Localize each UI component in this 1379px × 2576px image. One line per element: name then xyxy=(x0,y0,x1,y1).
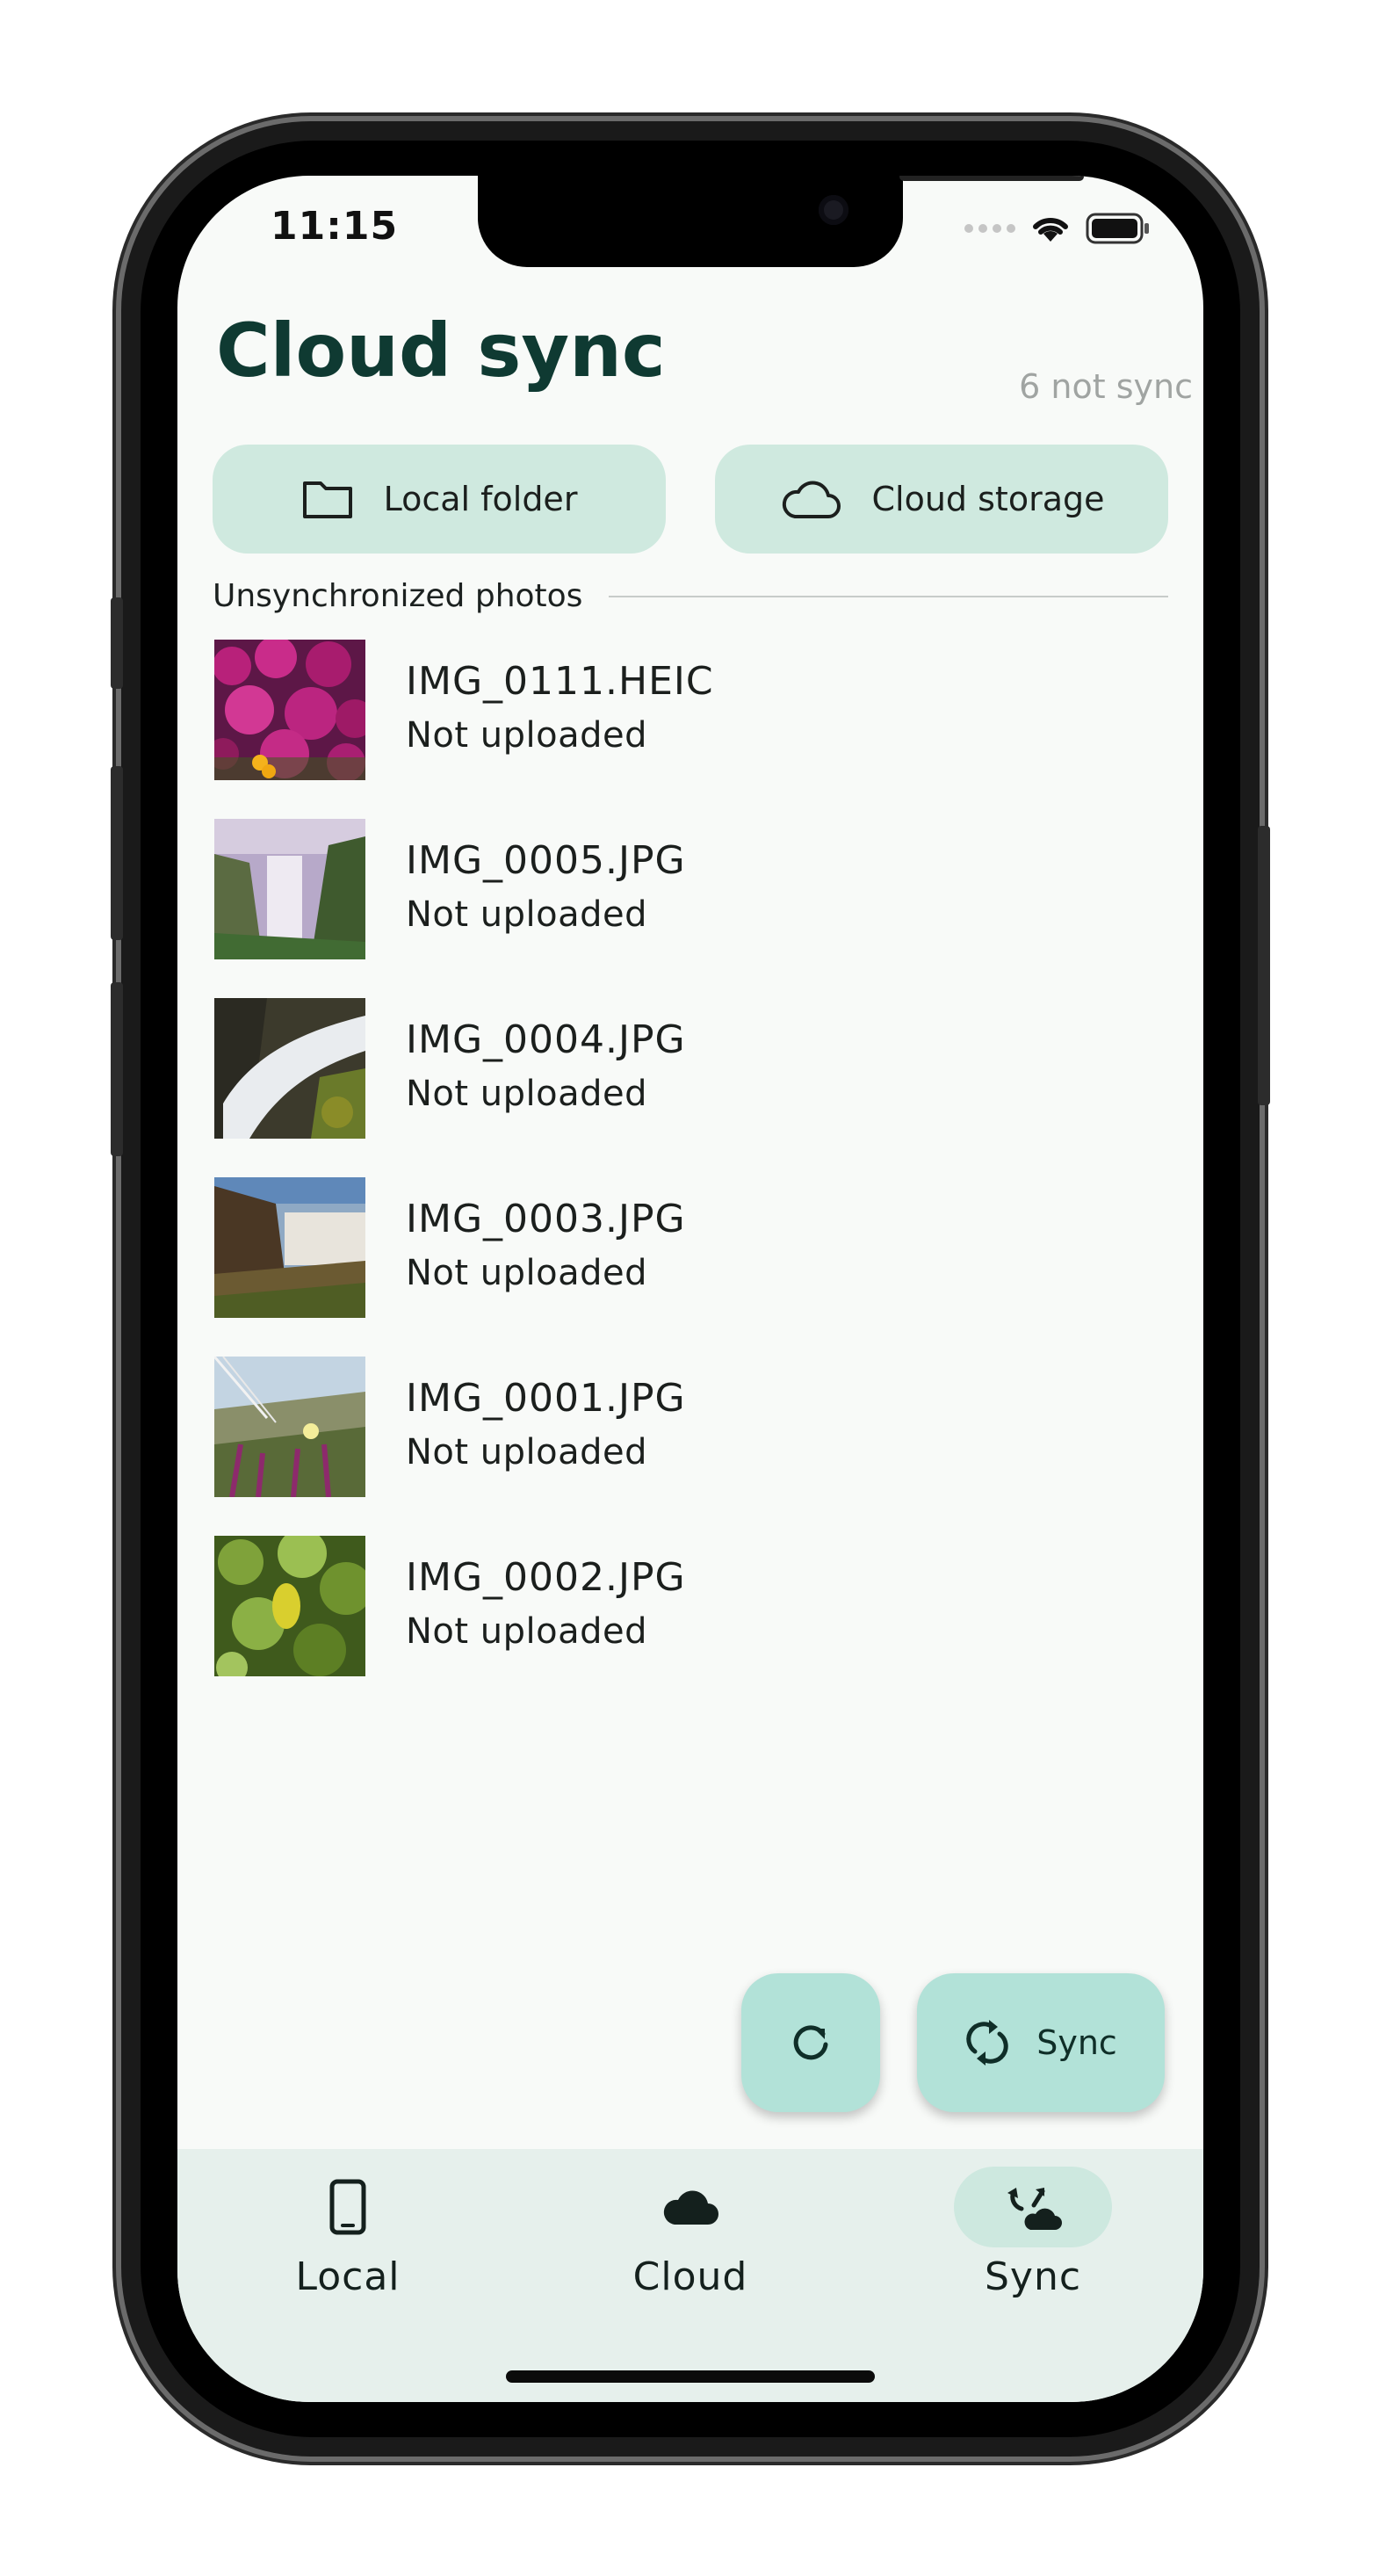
nav-icon-container xyxy=(611,2167,769,2247)
photo-filename: IMG_0005.JPG xyxy=(406,838,686,883)
photo-thumbnail xyxy=(214,1177,365,1318)
photo-thumbnail xyxy=(214,819,365,959)
photo-list: IMG_0111.HEIC Not uploaded IMG_0005.JPG … xyxy=(214,640,1163,1715)
section-divider xyxy=(609,595,1168,597)
photo-filename: IMG_0111.HEIC xyxy=(406,659,714,704)
power-button xyxy=(1258,826,1270,1105)
nav-icon-container xyxy=(269,2167,427,2247)
photo-thumbnail xyxy=(214,1536,365,1676)
battery-icon xyxy=(1086,213,1149,244)
photo-status: Not uploaded xyxy=(406,894,648,935)
cloud-storage-label: Cloud storage xyxy=(871,480,1105,518)
photo-status: Not uploaded xyxy=(406,1074,648,1114)
photo-row[interactable]: IMG_0111.HEIC Not uploaded xyxy=(214,640,1163,819)
photo-thumbnail xyxy=(214,640,365,780)
photo-status: Not uploaded xyxy=(406,1611,648,1652)
photo-thumbnail xyxy=(214,1357,365,1497)
nav-item-local[interactable]: Local xyxy=(216,2149,480,2299)
photo-filename: IMG_0004.JPG xyxy=(406,1017,686,1062)
photo-row[interactable]: IMG_0001.JPG Not uploaded xyxy=(214,1357,1163,1536)
cloud-storage-button[interactable]: Cloud storage xyxy=(715,445,1168,554)
refresh-icon xyxy=(793,2025,828,2060)
photo-row[interactable]: IMG_0003.JPG Not uploaded xyxy=(214,1177,1163,1357)
photo-filename: IMG_0001.JPG xyxy=(406,1376,686,1421)
photo-status: Not uploaded xyxy=(406,1253,648,1293)
section-header: Unsynchronized photos xyxy=(213,578,1168,614)
notch xyxy=(478,176,1084,267)
photo-row[interactable]: IMG_0002.JPG Not uploaded xyxy=(214,1536,1163,1715)
bottom-navigation: Local Cloud Sync xyxy=(177,2149,1203,2402)
photo-filename: IMG_0002.JPG xyxy=(406,1555,686,1600)
photo-filename: IMG_0003.JPG xyxy=(406,1197,686,1241)
front-camera xyxy=(819,195,848,225)
sync-label: Sync xyxy=(1036,2023,1117,2062)
photo-status: Not uploaded xyxy=(406,715,648,756)
cloud-filled-icon xyxy=(663,2190,718,2225)
photo-row[interactable]: IMG_0004.JPG Not uploaded xyxy=(214,998,1163,1177)
nav-label-sync: Sync xyxy=(984,2254,1082,2299)
nav-item-cloud[interactable]: Cloud xyxy=(559,2149,822,2299)
screen: 11:15 Cloud sync 6 not sync Local folder… xyxy=(177,176,1203,2402)
signal-icon xyxy=(964,224,1015,233)
folder-icon xyxy=(302,481,352,518)
nav-label-cloud: Cloud xyxy=(632,2254,748,2299)
status-time: 11:15 xyxy=(271,204,399,249)
refresh-button[interactable] xyxy=(741,1973,880,2112)
photo-row[interactable]: IMG_0005.JPG Not uploaded xyxy=(214,819,1163,998)
nav-icon-container xyxy=(954,2167,1112,2247)
volume-down-button xyxy=(111,982,123,1156)
sync-icon xyxy=(966,2020,1008,2066)
volume-up-button xyxy=(111,766,123,940)
cloud-sync-icon xyxy=(1007,2188,1062,2230)
photo-status: Not uploaded xyxy=(406,1432,648,1473)
mute-switch xyxy=(111,597,123,689)
section-label: Unsynchronized photos xyxy=(213,578,583,614)
unsynced-count: 6 not sync xyxy=(1019,367,1193,406)
nav-item-sync[interactable]: Sync xyxy=(901,2149,1165,2299)
photo-thumbnail xyxy=(214,998,365,1139)
local-folder-label: Local folder xyxy=(383,480,578,518)
nav-label-local: Local xyxy=(295,2254,401,2299)
cloud-icon xyxy=(782,481,841,518)
phone-icon xyxy=(329,2179,366,2235)
wifi-icon xyxy=(1033,217,1068,242)
page-title: Cloud sync xyxy=(216,308,666,394)
local-folder-button[interactable]: Local folder xyxy=(213,445,666,554)
sync-button[interactable]: Sync xyxy=(917,1973,1165,2112)
home-indicator[interactable] xyxy=(506,2370,875,2383)
speaker-grille xyxy=(899,176,1084,181)
status-icons xyxy=(964,213,1151,244)
